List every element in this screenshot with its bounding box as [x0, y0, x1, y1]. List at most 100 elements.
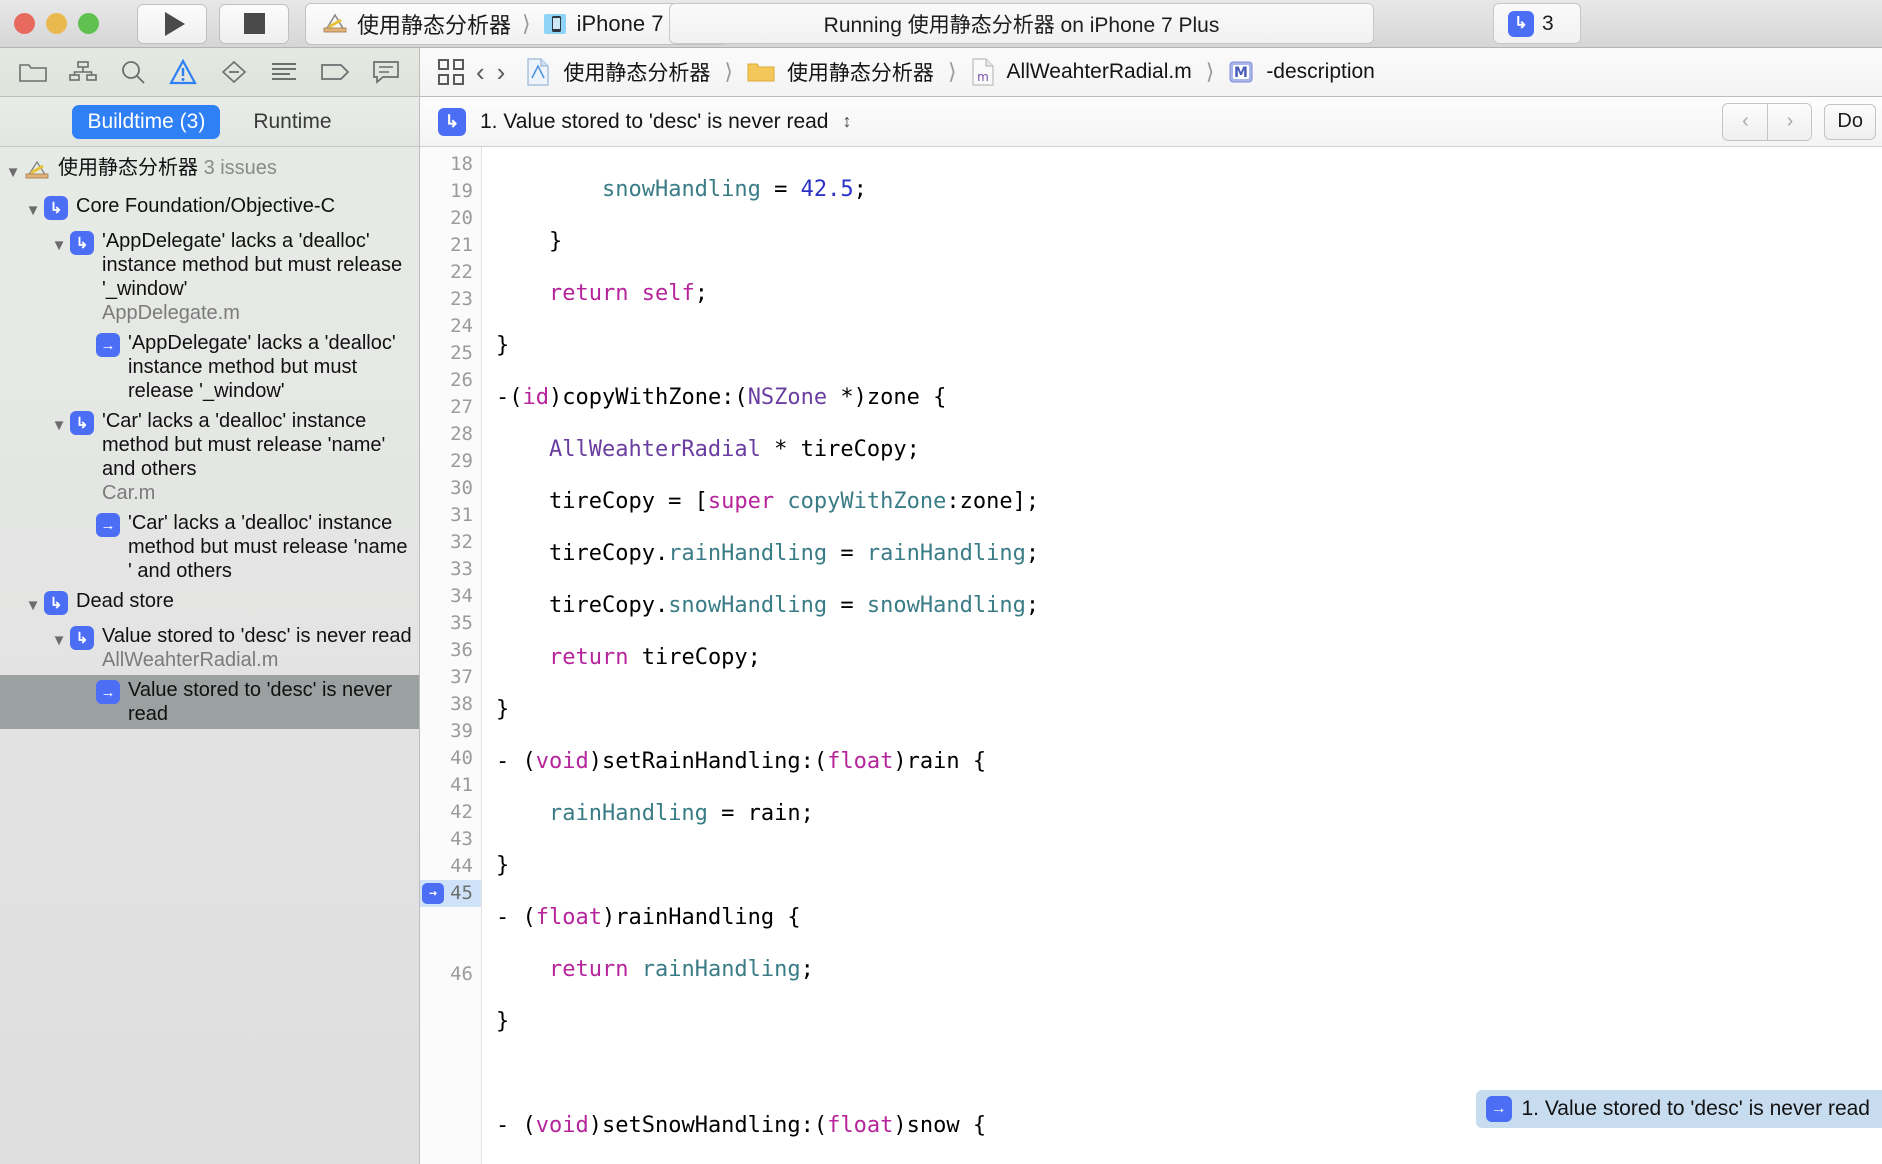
device-icon [542, 11, 568, 37]
tree-row-detail-deadstore-selected[interactable]: ▼ → Value stored to 'desc' is never read [0, 675, 419, 729]
folder-icon [747, 60, 775, 84]
inline-issue-banner[interactable]: → 1. Value stored to 'desc' is never rea… [1475, 1090, 1882, 1128]
code-line: - (void)setRainHandling:(float)rain { [496, 749, 987, 774]
disclosure-triangle[interactable]: ▼ [48, 624, 70, 653]
tree-row-detail-appdelegate[interactable]: ▼ → 'AppDelegate' lacks a 'dealloc' inst… [0, 328, 419, 406]
breadcrumb-separator-icon: ⟩ [1205, 59, 1215, 84]
title-bar: 使用静态分析器 ⟩ iPhone 7 Plus Running 使用静态分析器 … [0, 0, 1882, 48]
line-number: 20 [450, 207, 473, 229]
code-line: tireCopy.rainHandling = rainHandling; [496, 541, 1040, 566]
tree-row-issue-deadstore[interactable]: ▼ ↳ Value stored to 'desc' is never read… [0, 621, 419, 675]
disclosure-triangle[interactable]: ▼ [2, 156, 24, 185]
tree-label: 'Car' lacks a 'dealloc' instance method … [128, 512, 408, 582]
breadcrumb-file[interactable]: AllWeahterRadial.m [1007, 60, 1192, 84]
scheme-name[interactable]: 使用静态分析器 [357, 8, 511, 40]
hierarchy-icon[interactable] [69, 60, 97, 84]
line-number-highlighted: → 45 [420, 880, 481, 907]
traffic-lights [0, 13, 99, 34]
line-number: 23 [450, 288, 473, 310]
close-button[interactable] [14, 13, 35, 34]
breadcrumb-symbol[interactable]: -description [1266, 60, 1375, 84]
related-items-icon[interactable] [438, 59, 464, 85]
line-number: 30 [450, 477, 473, 499]
breadcrumb-project[interactable]: 使用静态分析器 [563, 57, 710, 87]
code-line: return tireCopy; [548, 645, 761, 670]
disclosure-triangle[interactable]: ▼ [48, 229, 70, 258]
line-number: 43 [450, 828, 473, 850]
tree-label: Value stored to 'desc' is never read [128, 679, 393, 725]
zoom-button[interactable] [78, 13, 99, 34]
stop-button[interactable] [219, 3, 289, 44]
analyzer-icon: ↳ [70, 231, 94, 255]
folder-icon[interactable] [19, 60, 47, 84]
diamond-minus-icon[interactable] [220, 59, 248, 85]
arrow-right-icon[interactable]: → [422, 883, 444, 904]
done-button[interactable]: Do [1824, 103, 1876, 140]
disclosure-triangle[interactable]: ▼ [22, 194, 44, 223]
line-number: 28 [450, 423, 473, 445]
up-down-chevron-icon[interactable]: ↕ [843, 111, 852, 132]
code-line: return rainHandling; [548, 957, 814, 982]
code-line: } [496, 697, 510, 722]
tree-row-category-corefoundation[interactable]: ▼ ↳ Core Foundation/Objective-C [0, 191, 419, 226]
code-line: return self; [548, 281, 708, 306]
breadcrumb-group[interactable]: 使用静态分析器 [787, 57, 934, 87]
code-text[interactable]: snowHandling = 42.5; } return self; } -(… [482, 147, 1882, 1164]
tab-buildtime[interactable]: Buildtime (3) [72, 104, 221, 139]
minimize-button[interactable] [46, 13, 67, 34]
m-file-icon: m [971, 58, 995, 86]
svg-text:M: M [1234, 65, 1248, 81]
report-lines-icon[interactable] [270, 60, 298, 84]
tree-label: 'AppDelegate' lacks a 'dealloc' instance… [128, 332, 396, 402]
run-button[interactable] [137, 3, 207, 44]
run-icon [164, 11, 185, 36]
back-button[interactable]: ‹ [476, 57, 485, 88]
line-number: 38 [450, 693, 473, 715]
issue-jump-bar: ↳ 1. Value stored to 'desc' is never rea… [420, 97, 1882, 147]
next-issue-button[interactable]: › [1767, 103, 1812, 140]
tag-icon[interactable] [320, 61, 350, 83]
tree-row-project[interactable]: ▼ 使用静态分析器 3 issues [0, 153, 419, 191]
code-line: rainHandling = rain; [548, 801, 814, 826]
status-text: Running 使用静态分析器 on iPhone 7 Plus [823, 13, 1220, 37]
analyzer-icon: ↳ [438, 107, 466, 136]
tab-runtime[interactable]: Runtime [238, 105, 346, 139]
disclosure-triangle[interactable]: ▼ [22, 589, 44, 618]
code-area: 18 19 20 21 22 23 24 25 26 27 28 29 30 3… [420, 147, 1882, 1164]
tree-label: 'AppDelegate' lacks a 'dealloc' instance… [102, 230, 403, 300]
method-m-icon: M [1228, 59, 1254, 85]
line-number-gutter: 18 19 20 21 22 23 24 25 26 27 28 29 30 3… [420, 147, 482, 1164]
line-number: 29 [450, 450, 473, 472]
tree-row-issue-car[interactable]: ▼ ↳ 'Car' lacks a 'dealloc' instance met… [0, 406, 419, 508]
line-number: 24 [450, 315, 473, 337]
scheme-destination-control[interactable]: 使用静态分析器 ⟩ iPhone 7 Plus [305, 2, 730, 45]
line-number: 26 [450, 369, 473, 391]
line-number: 21 [450, 234, 473, 256]
source-editor: ↳ 1. Value stored to 'desc' is never rea… [420, 97, 1882, 1164]
tree-row-detail-car[interactable]: ▼ → 'Car' lacks a 'dealloc' instance met… [0, 508, 419, 586]
tree-label: Core Foundation/Objective-C [76, 195, 336, 217]
arrow-right-icon: → [96, 333, 120, 357]
speech-bubble-icon[interactable] [372, 59, 400, 85]
tree-row-issue-appdelegate[interactable]: ▼ ↳ 'AppDelegate' lacks a 'dealloc' inst… [0, 226, 419, 328]
line-number: 37 [450, 666, 473, 688]
warning-triangle-icon[interactable] [169, 59, 198, 85]
navigator-editor-toolbar: ‹ › 使用静态分析器 ⟩ 使用静态分析器 ⟩ m AllWeahterRadi… [0, 48, 1882, 97]
issue-count-control[interactable]: ↳ 3 [1493, 3, 1581, 44]
tree-file-name: AppDelegate.m [102, 302, 240, 324]
tree-row-category-deadstore[interactable]: ▼ ↳ Dead store [0, 586, 419, 621]
previous-issue-button[interactable]: ‹ [1723, 103, 1768, 140]
forward-button[interactable]: › [497, 57, 506, 88]
analyzer-icon: ↳ [44, 591, 68, 615]
arrow-right-icon: → [1485, 1096, 1512, 1122]
code-line: - (float)rainHandling { [496, 905, 801, 930]
line-number: 39 [450, 720, 473, 742]
code-line: tireCopy = [super copyWithZone:zone]; [496, 489, 1040, 514]
disclosure-triangle[interactable]: ▼ [48, 409, 70, 438]
search-icon[interactable] [119, 59, 147, 85]
code-line: -(id)copyWithZone:(NSZone *)zone { [496, 385, 947, 410]
issue-title[interactable]: 1. Value stored to 'desc' is never read [480, 110, 829, 134]
code-line: AllWeahterRadial * tireCopy; [548, 437, 920, 462]
run-stop-group [137, 3, 289, 44]
code-line: } [496, 229, 563, 254]
